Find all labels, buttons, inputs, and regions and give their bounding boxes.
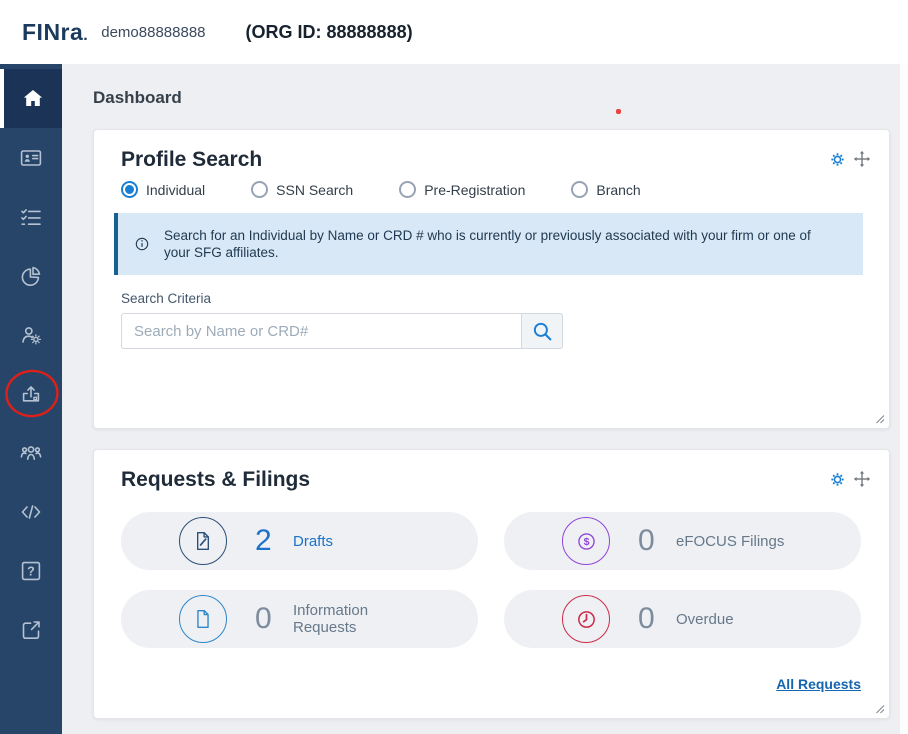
document-icon [192, 608, 214, 630]
info-message-text: Search for an Individual by Name or CRD … [164, 227, 835, 261]
search-button[interactable] [521, 313, 563, 349]
help-icon: ? [19, 559, 43, 583]
move-icon [853, 150, 871, 168]
svg-text:?: ? [27, 564, 35, 578]
requests-filings-widget: Requests & Filings [93, 449, 890, 719]
stats-grid: 2 Drafts $ 0 eFOCUS Filings [121, 512, 861, 648]
widget-move-button[interactable] [853, 470, 871, 488]
widget-settings-button[interactable] [828, 150, 846, 168]
stat-pill-overdue[interactable]: 0 Overdue [504, 590, 861, 648]
sidebar-nav: ? [0, 64, 62, 734]
main-content: Dashboard Profile Search [62, 64, 900, 734]
draft-document-icon [192, 530, 214, 552]
all-requests-link[interactable]: All Requests [776, 676, 861, 692]
resize-grip-icon [871, 410, 886, 425]
radio-individual[interactable]: Individual [121, 181, 205, 198]
search-input[interactable] [121, 313, 521, 349]
home-icon [21, 87, 45, 111]
gear-icon [829, 151, 846, 168]
radio-pre-registration[interactable]: Pre-Registration [399, 181, 525, 198]
contact-card-icon [19, 146, 43, 170]
search-icon [531, 320, 554, 343]
stat-count: 2 [255, 524, 277, 558]
stat-label: Drafts [293, 533, 417, 550]
widget-actions [828, 150, 871, 168]
widget-resize-handle[interactable] [871, 700, 886, 715]
radio-dot [251, 181, 268, 198]
requests-filings-title: Requests & Filings [121, 468, 310, 492]
svg-text:$: $ [583, 536, 589, 548]
page-title: Dashboard [62, 64, 900, 108]
radio-dot [571, 181, 588, 198]
widget-move-button[interactable] [853, 150, 871, 168]
sidebar-item-profiles[interactable] [0, 128, 62, 187]
stat-label: Information Requests [293, 602, 417, 636]
user-settings-icon [19, 323, 43, 347]
clock-icon [575, 608, 598, 631]
sidebar-item-help[interactable]: ? [0, 541, 62, 600]
radio-ssn-search[interactable]: SSN Search [251, 181, 353, 198]
account-name: demo88888888 [101, 24, 205, 41]
search-type-radio-group: Individual SSN Search Pre-Registration B… [121, 181, 861, 198]
sidebar-item-tasks[interactable] [0, 187, 62, 246]
stat-label: Overdue [676, 611, 800, 628]
code-icon [19, 500, 43, 524]
sidebar-item-api[interactable] [0, 482, 62, 541]
sidebar-item-submit-filing[interactable] [0, 364, 62, 423]
stat-pill-information-requests[interactable]: 0 Information Requests [121, 590, 478, 648]
widget-actions [828, 470, 871, 488]
stat-label: eFOCUS Filings [676, 533, 800, 550]
external-link-icon [19, 618, 43, 642]
checklist-icon [19, 205, 43, 229]
stat-count: 0 [638, 602, 660, 636]
dollar-circle-icon: $ [575, 530, 598, 553]
radio-branch[interactable]: Branch [571, 181, 640, 198]
profile-search-widget: Profile Search [93, 129, 890, 429]
profile-search-title: Profile Search [121, 148, 262, 172]
pie-chart-icon [19, 264, 43, 288]
info-message-box: Search for an Individual by Name or CRD … [114, 213, 863, 275]
info-icon [133, 235, 151, 253]
widget-settings-button[interactable] [828, 470, 846, 488]
move-icon [853, 470, 871, 488]
org-id-label: (ORG ID: 88888888) [246, 22, 413, 43]
radio-dot [121, 181, 138, 198]
sidebar-item-home[interactable] [0, 69, 62, 128]
gear-icon [829, 471, 846, 488]
sidebar-item-external[interactable] [0, 600, 62, 659]
stat-pill-drafts[interactable]: 2 Drafts [121, 512, 478, 570]
stat-pill-efocus-filings[interactable]: $ 0 eFOCUS Filings [504, 512, 861, 570]
widget-resize-handle[interactable] [871, 410, 886, 425]
resize-grip-icon [871, 700, 886, 715]
stat-count: 0 [638, 524, 660, 558]
top-header: FINra. demo88888888 (ORG ID: 88888888) [0, 0, 908, 64]
sidebar-item-team[interactable] [0, 423, 62, 482]
search-criteria-label: Search Criteria [121, 291, 861, 306]
stat-count: 0 [255, 602, 277, 636]
team-icon [19, 441, 43, 465]
submit-filing-icon [19, 382, 43, 406]
sidebar-item-reports[interactable] [0, 246, 62, 305]
finra-logo[interactable]: FINra. [22, 19, 88, 46]
sidebar-item-user-admin[interactable] [0, 305, 62, 364]
radio-dot [399, 181, 416, 198]
scrollbar-track[interactable] [900, 64, 908, 734]
